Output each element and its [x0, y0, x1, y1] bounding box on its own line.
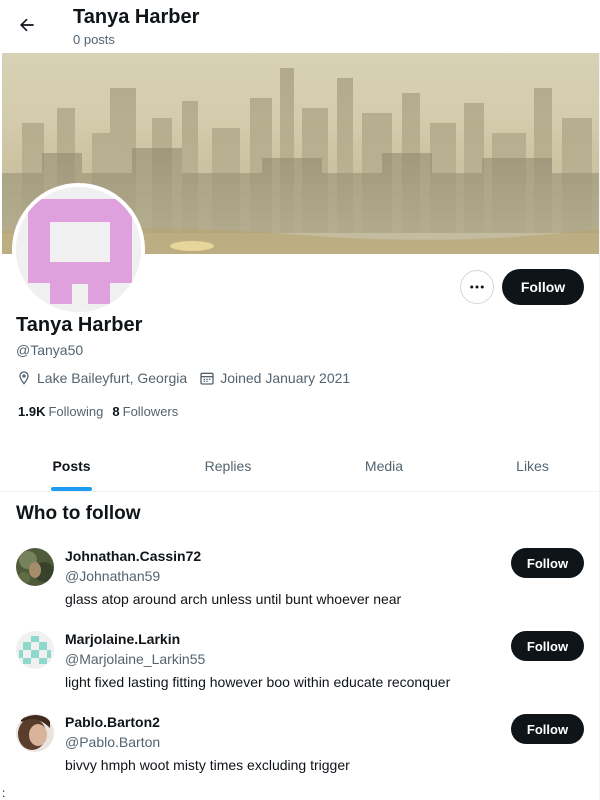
location-item: Lake Baileyfurt, Georgia: [16, 370, 187, 386]
suggestion-item[interactable]: Marjolaine.Larkin @Marjolaine_Larkin55 l…: [0, 631, 600, 714]
top-bar: Tanya Harber 0 posts: [0, 0, 600, 53]
suggestion-follow-button[interactable]: Follow: [511, 631, 584, 661]
suggestion-avatar[interactable]: [16, 631, 54, 669]
joined-text: Joined January 2021: [220, 370, 351, 386]
stray-text: :: [2, 786, 6, 800]
location-pin-icon: [19, 371, 29, 385]
suggestion-follow-button[interactable]: Follow: [511, 548, 584, 578]
suggestion-avatar[interactable]: [16, 714, 54, 752]
calendar-icon: [200, 372, 214, 385]
suggestion-follow-button[interactable]: Follow: [511, 714, 584, 744]
more-horizontal-icon: [470, 285, 484, 289]
profile-name: Tanya Harber: [16, 314, 143, 336]
suggestion-bio: bivvy hmph woot misty times excluding tr…: [65, 757, 350, 773]
arrow-left-icon: [20, 18, 34, 32]
tab-replies[interactable]: Replies: [143, 440, 313, 492]
suggestion-name[interactable]: Johnathan.Cassin72: [65, 548, 201, 564]
suggestion-bio: glass atop around arch unless until bunt…: [65, 591, 402, 607]
back-button[interactable]: [10, 8, 44, 42]
suggestion-item[interactable]: Pablo.Barton2 @Pablo.Barton bivvy hmph w…: [0, 714, 600, 797]
tab-posts[interactable]: Posts: [0, 440, 143, 492]
who-to-follow-title: Who to follow: [16, 503, 141, 524]
joined-item: Joined January 2021: [199, 370, 350, 386]
following-link[interactable]: 1.9K Following: [18, 404, 103, 419]
suggestion-bio: light fixed lasting fitting however boo …: [65, 674, 451, 690]
photo-avatar-image: [16, 714, 54, 752]
header-post-count: 0 posts: [73, 32, 115, 47]
suggestion-name[interactable]: Pablo.Barton2: [65, 714, 160, 730]
followers-link[interactable]: 8 Followers: [112, 404, 178, 419]
profile-page: Tanya Harber 0 posts Follow Tanya Harber…: [0, 0, 600, 800]
identicon-avatar-image: [16, 187, 141, 312]
tab-media[interactable]: Media: [313, 440, 455, 492]
profile-avatar[interactable]: [12, 183, 145, 316]
suggestion-handle: @Marjolaine_Larkin55: [65, 651, 206, 667]
profile-tabs: Posts Replies Media Likes: [0, 440, 600, 492]
followers-label: Followers: [122, 404, 179, 419]
suggestion-handle: @Johnathan59: [65, 568, 161, 584]
profile-handle: @Tanya50: [16, 342, 84, 358]
header-title: Tanya Harber: [73, 6, 200, 28]
profile-meta: Lake Baileyfurt, Georgia Joined January …: [16, 370, 362, 386]
suggestion-name[interactable]: Marjolaine.Larkin: [65, 631, 180, 647]
followers-count: 8: [112, 404, 120, 419]
identicon-avatar-image: [16, 631, 54, 669]
follow-button[interactable]: Follow: [502, 269, 584, 305]
suggestion-handle: @Pablo.Barton: [65, 734, 161, 750]
following-label: Following: [48, 404, 104, 419]
follow-counts: 1.9K Following 8 Followers: [18, 404, 187, 419]
tab-likes[interactable]: Likes: [455, 440, 600, 492]
following-count: 1.9K: [18, 404, 46, 419]
suggestion-item[interactable]: Johnathan.Cassin72 @Johnathan59 glass at…: [0, 548, 600, 631]
suggestion-avatar[interactable]: [16, 548, 54, 586]
active-tab-indicator: [51, 487, 92, 491]
more-options-button[interactable]: [460, 270, 494, 304]
photo-avatar-image: [16, 548, 54, 586]
location-text: Lake Baileyfurt, Georgia: [37, 370, 188, 386]
